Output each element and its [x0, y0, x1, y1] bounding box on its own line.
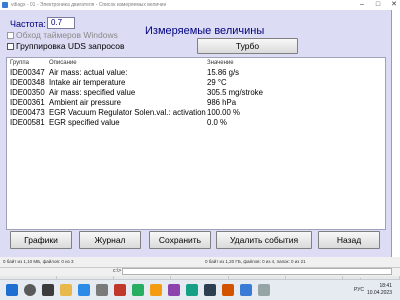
table-row[interactable]: IDE00581 EGR specified value 0.0 % [7, 118, 385, 128]
checkbox-icon [7, 31, 14, 39]
row-description: Air mass: specified value [49, 88, 136, 97]
journal-button[interactable]: Журнал [79, 231, 141, 249]
row-id: IDE00581 [10, 118, 45, 127]
row-value: 305.5 mg/stroke [207, 88, 263, 97]
graphs-button[interactable]: Графики [10, 231, 72, 249]
turbo-button[interactable]: Турбо [197, 38, 298, 54]
app-icon[interactable] [132, 284, 144, 296]
measured-values-dialog: Частота: 0.7 Обход таймеров Windows Груп… [0, 10, 392, 257]
clock-time: 18:41 [379, 283, 392, 289]
row-description: Intake air temperature [49, 78, 126, 87]
app-icon[interactable] [186, 284, 198, 296]
checkbox-icon [7, 42, 14, 50]
delete-events-button[interactable]: Удалить события [216, 231, 312, 249]
row-id: IDE00348 [10, 78, 45, 87]
window-controls: – □ ✕ [358, 0, 398, 10]
task-view-icon[interactable] [42, 284, 54, 296]
taskbar: РУС 18:41 10.04.2023 [0, 279, 400, 300]
frequency-field[interactable]: 0.7 [47, 17, 75, 29]
timer-bypass-checkbox[interactable]: Обход таймеров Windows [7, 30, 118, 40]
column-header-description[interactable]: Описание [49, 60, 77, 66]
row-value: 0.0 % [207, 118, 227, 127]
app-icon[interactable] [150, 284, 162, 296]
app-icon[interactable] [222, 284, 234, 296]
back-button[interactable]: Назад [318, 231, 380, 249]
row-value: 15.86 g/s [207, 68, 240, 77]
row-value: 29 °C [207, 78, 227, 87]
app-icon[interactable] [240, 284, 252, 296]
row-id: IDE00361 [10, 98, 45, 107]
right-panel-status: 0 байт из 1,20 ГБ, файлов: 0 из 4, папок… [205, 259, 306, 264]
app-icon[interactable] [114, 284, 126, 296]
command-line-input[interactable] [122, 268, 392, 275]
title-bar: vdiagx - 01 - Электроника двигателя - Сп… [0, 0, 400, 10]
row-id: IDE00473 [10, 108, 45, 117]
maximize-button[interactable]: □ [374, 0, 382, 10]
command-prompt-label: c:\> [113, 268, 122, 274]
language-indicator[interactable]: РУС [354, 287, 364, 293]
column-header-value[interactable]: Значение [207, 60, 234, 66]
row-description: EGR specified value [49, 118, 120, 127]
column-header-group[interactable]: Группа [10, 60, 29, 66]
table-header: Группа Описание Значение [7, 60, 385, 68]
table-row[interactable]: IDE00350 Air mass: specified value 305.5… [7, 88, 385, 98]
window-title: vdiagx - 01 - Электроника двигателя - Сп… [11, 2, 167, 8]
table-row[interactable]: IDE00348 Intake air temperature 29 °C [7, 78, 385, 88]
frequency-label: Частота: [10, 19, 46, 29]
uds-grouping-label: Группировка UDS запросов [16, 41, 125, 51]
app-icon [2, 2, 8, 8]
row-value: 986 hPa [207, 98, 237, 107]
windows-start-icon[interactable] [6, 284, 18, 296]
table-row[interactable]: IDE00473 EGR Vacuum Regulator Solen.val.… [7, 108, 385, 118]
row-description: Air mass: actual value: [49, 68, 128, 77]
search-icon[interactable] [24, 284, 36, 296]
save-button[interactable]: Сохранить [149, 231, 211, 249]
section-title: Измеряемые величины [145, 25, 265, 37]
app-icon[interactable] [168, 284, 180, 296]
close-button[interactable]: ✕ [390, 0, 398, 10]
row-id: IDE00347 [10, 68, 45, 77]
file-explorer-icon[interactable] [60, 284, 72, 296]
table-row[interactable]: IDE00347 Air mass: actual value: 15.86 g… [7, 68, 385, 78]
minimize-button[interactable]: – [358, 0, 366, 10]
row-description: Ambient air pressure [49, 98, 121, 107]
app-icon[interactable] [204, 284, 216, 296]
left-panel-status: 0 байт из 1,10 МБ, файлов: 0 из 3 [3, 259, 74, 264]
row-id: IDE00350 [10, 88, 45, 97]
row-description: EGR Vacuum Regulator Solen.val.: activat… [49, 108, 206, 117]
store-icon[interactable] [96, 284, 108, 296]
app-icon[interactable] [258, 284, 270, 296]
values-table: Группа Описание Значение IDE00347 Air ma… [6, 57, 386, 230]
system-clock[interactable]: 18:41 10.04.2023 [367, 283, 392, 297]
clock-date: 10.04.2023 [366, 290, 392, 296]
uds-grouping-checkbox[interactable]: Группировка UDS запросов [7, 41, 125, 51]
edge-browser-icon[interactable] [78, 284, 90, 296]
row-value: 100.00 % [207, 108, 240, 117]
table-row[interactable]: IDE00361 Ambient air pressure 986 hPa [7, 98, 385, 108]
timer-bypass-label: Обход таймеров Windows [16, 30, 118, 40]
